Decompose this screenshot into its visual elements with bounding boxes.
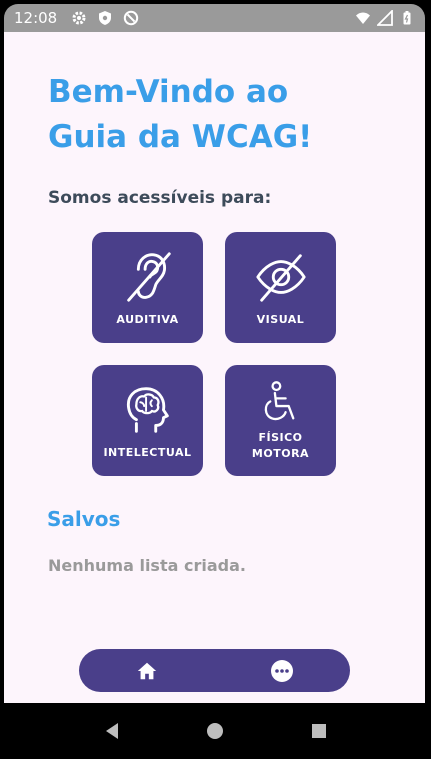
back-button[interactable] bbox=[97, 716, 127, 746]
welcome-title: Bem-Vindo ao Guia da WCAG! bbox=[48, 70, 388, 160]
battery-icon bbox=[403, 11, 411, 25]
welcome-title-line-2: Guia da WCAG! bbox=[48, 119, 313, 155]
category-tile-fisico-motora[interactable]: FÍSICO MOTORA bbox=[225, 365, 336, 476]
back-triangle-icon bbox=[105, 723, 118, 739]
ear-crossed-icon bbox=[126, 251, 171, 302]
category-tile-visual[interactable]: VISUAL bbox=[225, 232, 336, 343]
recents-square-icon bbox=[312, 724, 327, 738]
home-circle-icon bbox=[207, 723, 224, 739]
category-label-fisico: FÍSICO bbox=[258, 430, 303, 444]
category-label-visual: VISUAL bbox=[256, 312, 305, 326]
status-bar: 12:08 bbox=[4, 4, 425, 32]
category-label-auditiva: AUDITIVA bbox=[116, 312, 179, 326]
data-saver-icon bbox=[124, 10, 139, 26]
home-icon bbox=[137, 662, 156, 679]
app-screen: Bem-Vindo ao Guia da WCAG! Somos acessív… bbox=[4, 32, 425, 703]
home-system-button[interactable] bbox=[200, 716, 230, 746]
bottom-navigation bbox=[79, 649, 350, 692]
brain-head-icon bbox=[126, 386, 169, 433]
home-nav-button[interactable] bbox=[127, 651, 167, 691]
saved-section-title: Salvos bbox=[47, 507, 121, 531]
recents-button[interactable] bbox=[304, 716, 334, 746]
wheelchair-icon bbox=[264, 380, 294, 420]
category-label-intelectual: INTELECTUAL bbox=[103, 445, 192, 459]
device-frame: 12:08 Bem-Vindo ao Guia da WCAG! Somos a… bbox=[0, 0, 431, 759]
signal-icon bbox=[377, 10, 393, 26]
category-label-fisico-motora: FÍSICO MOTORA bbox=[252, 430, 309, 462]
accessibility-subtitle: Somos acessíveis para: bbox=[48, 188, 272, 208]
category-grid: AUDITIVA VISUAL INTELECTUAL FÍSICO MOTOR… bbox=[92, 232, 338, 476]
settings-icon bbox=[72, 11, 86, 25]
status-time: 12:08 bbox=[14, 9, 58, 27]
welcome-title-line-1: Bem-Vindo ao bbox=[48, 74, 289, 110]
shield-icon bbox=[99, 11, 112, 25]
system-navigation-bar bbox=[0, 703, 431, 759]
category-tile-intelectual[interactable]: INTELECTUAL bbox=[92, 365, 203, 476]
eye-crossed-icon bbox=[255, 253, 306, 302]
more-nav-button[interactable] bbox=[262, 651, 302, 691]
wifi-icon bbox=[356, 12, 370, 24]
saved-empty-message: Nenhuma lista criada. bbox=[48, 556, 246, 575]
category-tile-auditiva[interactable]: AUDITIVA bbox=[92, 232, 203, 343]
category-label-motora: MOTORA bbox=[251, 446, 310, 460]
more-icon bbox=[271, 659, 294, 682]
